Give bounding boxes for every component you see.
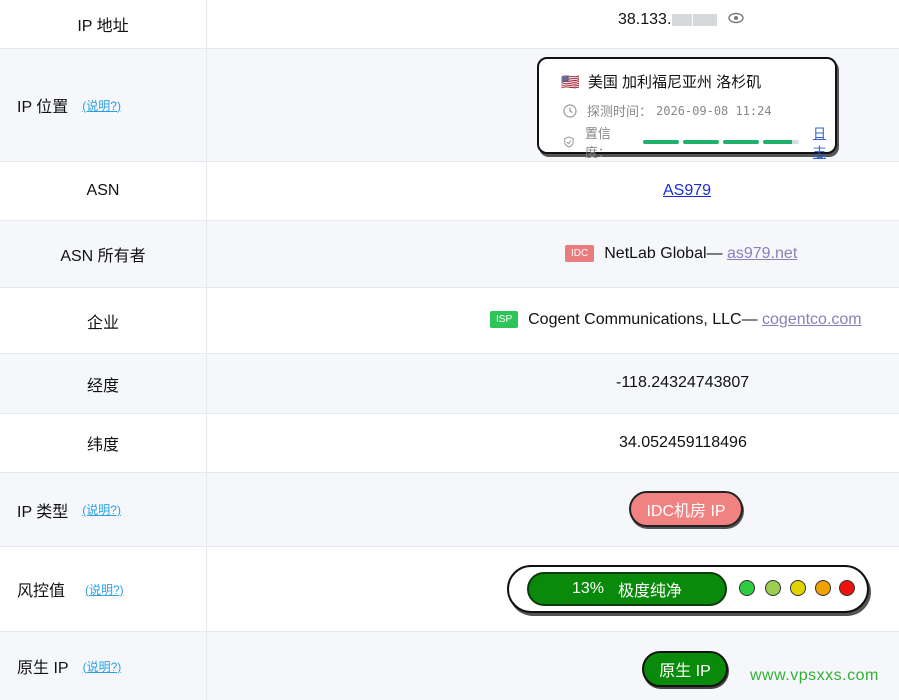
risk-score-pill: 13% 极度纯净 <box>527 572 727 606</box>
help-link[interactable]: (说明?) <box>85 581 124 598</box>
us-flag-icon: 🇺🇸 <box>561 74 580 91</box>
asn-owner-name: NetLab Global— <box>604 245 723 262</box>
idc-tag: IDC <box>565 245 595 263</box>
company-name: Cogent Communications, LLC— <box>528 311 758 328</box>
asn-owner-label: ASN 所有者 <box>0 221 207 287</box>
ip-type-badge: IDC机房 IP <box>629 491 743 527</box>
isp-tag: ISP <box>490 311 519 329</box>
risk-dot-red <box>839 580 855 596</box>
watermark: www.vpsxxs.com <box>750 667 879 684</box>
row-asn-owner: ASN 所有者 IDC NetLab Global— as979.net <box>0 221 899 288</box>
risk-dot-orange <box>815 580 831 596</box>
masked-octet <box>672 14 693 26</box>
shield-check-icon <box>564 136 574 148</box>
clock-icon <box>563 103 577 118</box>
latitude-value: 34.052459118496 <box>619 434 747 451</box>
confidence-line: 置信度： 日志 <box>563 123 835 161</box>
asn-link[interactable]: AS979 <box>663 182 711 200</box>
asn-label: ASN <box>0 162 207 220</box>
ip-address-label: IP 地址 <box>0 0 207 48</box>
help-link[interactable]: (说明?) <box>82 501 121 518</box>
probe-time-line: 探测时间： 2026-09-08 11:24 <box>563 101 772 120</box>
risk-label: 风控值 (说明?) <box>0 547 207 631</box>
risk-percent: 13% <box>571 580 604 597</box>
longitude-label: 经度 <box>0 354 207 413</box>
row-company: 企业 ISP Cogent Communications, LLC— cogent… <box>0 288 899 354</box>
native-ip-badge: 原生 IP <box>642 651 728 687</box>
risk-desc: 极度纯净 <box>618 583 683 600</box>
ip-address-value: 38.133. <box>618 11 744 29</box>
geo-card: 🇺🇸 美国 加利福尼亚州 洛杉矶 探测时间： 2026-09-08 11:24 … <box>537 57 837 160</box>
confidence-bar <box>642 140 799 144</box>
longitude-value: -118.24324743807 <box>616 374 750 391</box>
row-ip-type: IP 类型 (说明?) IDC机房 IP <box>0 473 899 547</box>
risk-dot-lightgreen <box>765 580 781 596</box>
asn-owner-domain-link[interactable]: as979.net <box>727 245 797 262</box>
company-label: 企业 <box>0 288 207 353</box>
masked-octet <box>693 14 718 26</box>
log-link[interactable]: 日志 <box>813 123 835 161</box>
risk-dot-green <box>739 580 755 596</box>
row-risk: 风控值 (说明?) 13% 极度纯净 <box>0 547 899 632</box>
help-link[interactable]: (说明?) <box>82 97 121 114</box>
ip-type-label: IP 类型 (说明?) <box>0 473 207 546</box>
risk-dot-yellow <box>790 580 806 596</box>
row-native-ip: 原生 IP (说明?) 原生 IP <box>0 632 899 700</box>
risk-score-box: 13% 极度纯净 <box>507 565 869 613</box>
ip-location-label: IP 位置 (说明?) <box>0 49 207 161</box>
row-ip-address: IP 地址 38.133. <box>0 0 899 49</box>
eye-icon[interactable] <box>728 11 744 29</box>
row-ip-location: IP 位置 (说明?) 🇺🇸 美国 加利福尼亚州 洛杉矶 探测时间： 2026-… <box>0 49 899 162</box>
row-longitude: 经度 -118.24324743807 <box>0 354 899 414</box>
native-ip-label: 原生 IP (说明?) <box>0 632 207 700</box>
company-domain-link[interactable]: cogentco.com <box>762 311 862 328</box>
location-text: 美国 加利福尼亚州 洛杉矶 <box>587 74 762 91</box>
latitude-label: 纬度 <box>0 414 207 472</box>
help-link[interactable]: (说明?) <box>83 658 122 675</box>
row-latitude: 纬度 34.052459118496 <box>0 414 899 473</box>
row-asn: ASN AS979 <box>0 162 899 221</box>
